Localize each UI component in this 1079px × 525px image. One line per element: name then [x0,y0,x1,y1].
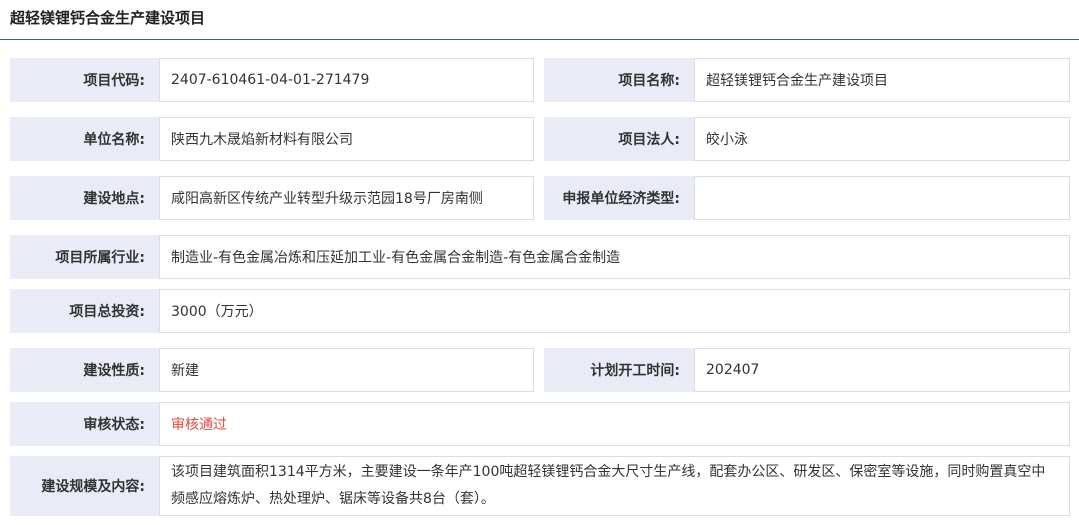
location-label: 建设地点: [10,176,159,220]
start-time-label: 计划开工时间: [544,348,694,392]
industry-label: 项目所属行业: [10,235,159,279]
project-name-label: 项目名称: [544,58,694,102]
economic-type-value [694,176,1070,220]
project-name-value: 超轻镁锂钙合金生产建设项目 [694,58,1070,102]
industry-value: 制造业-有色金属冶炼和压延加工业-有色金属合金制造-有色金属合金制造 [159,235,1070,279]
total-investment-value: 3000（万元） [159,289,1070,333]
start-time-value: 202407 [694,348,1070,392]
review-status-label: 审核状态: [10,402,159,446]
project-code-label: 项目代码: [10,58,159,102]
economic-type-label: 申报单位经济类型: [544,176,694,220]
page-header: 超轻镁锂钙合金生产建设项目 [0,0,1079,40]
page-title: 超轻镁锂钙合金生产建设项目 [10,9,206,27]
scale-content-label: 建设规模及内容: [10,456,159,516]
total-investment-label: 项目总投资: [10,289,159,333]
nature-value: 新建 [159,348,534,392]
nature-label: 建设性质: [10,348,159,392]
legal-person-value: 皎小泳 [694,117,1070,161]
unit-name-label: 单位名称: [10,117,159,161]
unit-name-value: 陕西九木晟焰新材料有限公司 [159,117,534,161]
legal-person-label: 项目法人: [544,117,694,161]
scale-content-value: 该项目建筑面积1314平方米，主要建设一条年产100吨超轻镁锂钙合金大尺寸生产线… [159,456,1070,516]
location-value: 咸阳高新区传统产业转型升级示范园18号厂房南侧 [159,176,534,220]
project-code-value: 2407-610461-04-01-271479 [159,58,534,102]
review-status-value: 审核通过 [159,402,1070,446]
